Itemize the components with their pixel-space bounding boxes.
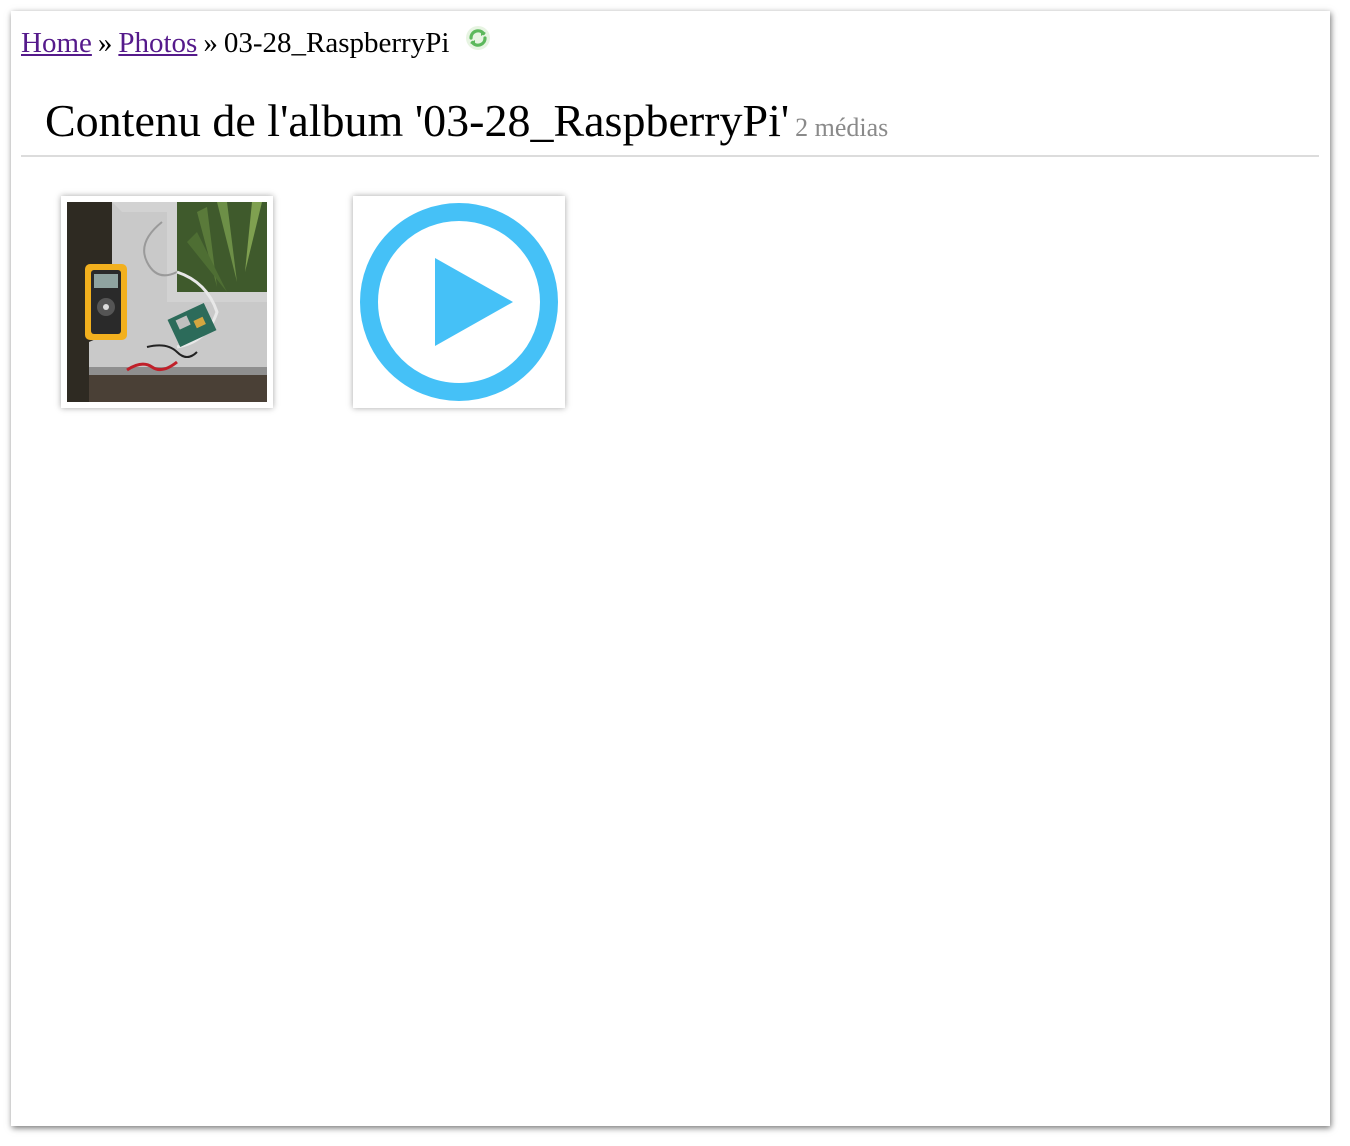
refresh-icon[interactable] bbox=[465, 24, 491, 60]
breadcrumb: Home» Photos» 03-28_RaspberryPi bbox=[21, 25, 491, 63]
media-thumbnail-video[interactable] bbox=[353, 196, 565, 408]
album-header: Contenu de l'album '03-28_RaspberryPi' 2 … bbox=[21, 93, 1319, 157]
photo-thumbnail bbox=[67, 202, 267, 402]
album-title: Contenu de l'album '03-28_RaspberryPi' bbox=[45, 95, 790, 146]
media-count: 2 médias bbox=[795, 113, 889, 142]
page-title: Contenu de l'album '03-28_RaspberryPi' 2 … bbox=[45, 93, 888, 156]
play-circle-icon bbox=[360, 203, 558, 401]
page-window: Home» Photos» 03-28_RaspberryPi Contenu de… bbox=[11, 11, 1330, 1126]
breadcrumb-current: 03-28_RaspberryPi bbox=[223, 27, 450, 59]
breadcrumb-photos-link[interactable]: Photos bbox=[118, 27, 197, 59]
media-thumbnail-photo[interactable] bbox=[61, 196, 273, 408]
breadcrumb-separator: » bbox=[97, 27, 113, 59]
breadcrumb-separator: » bbox=[203, 27, 218, 59]
breadcrumb-home-link[interactable]: Home bbox=[21, 27, 92, 59]
